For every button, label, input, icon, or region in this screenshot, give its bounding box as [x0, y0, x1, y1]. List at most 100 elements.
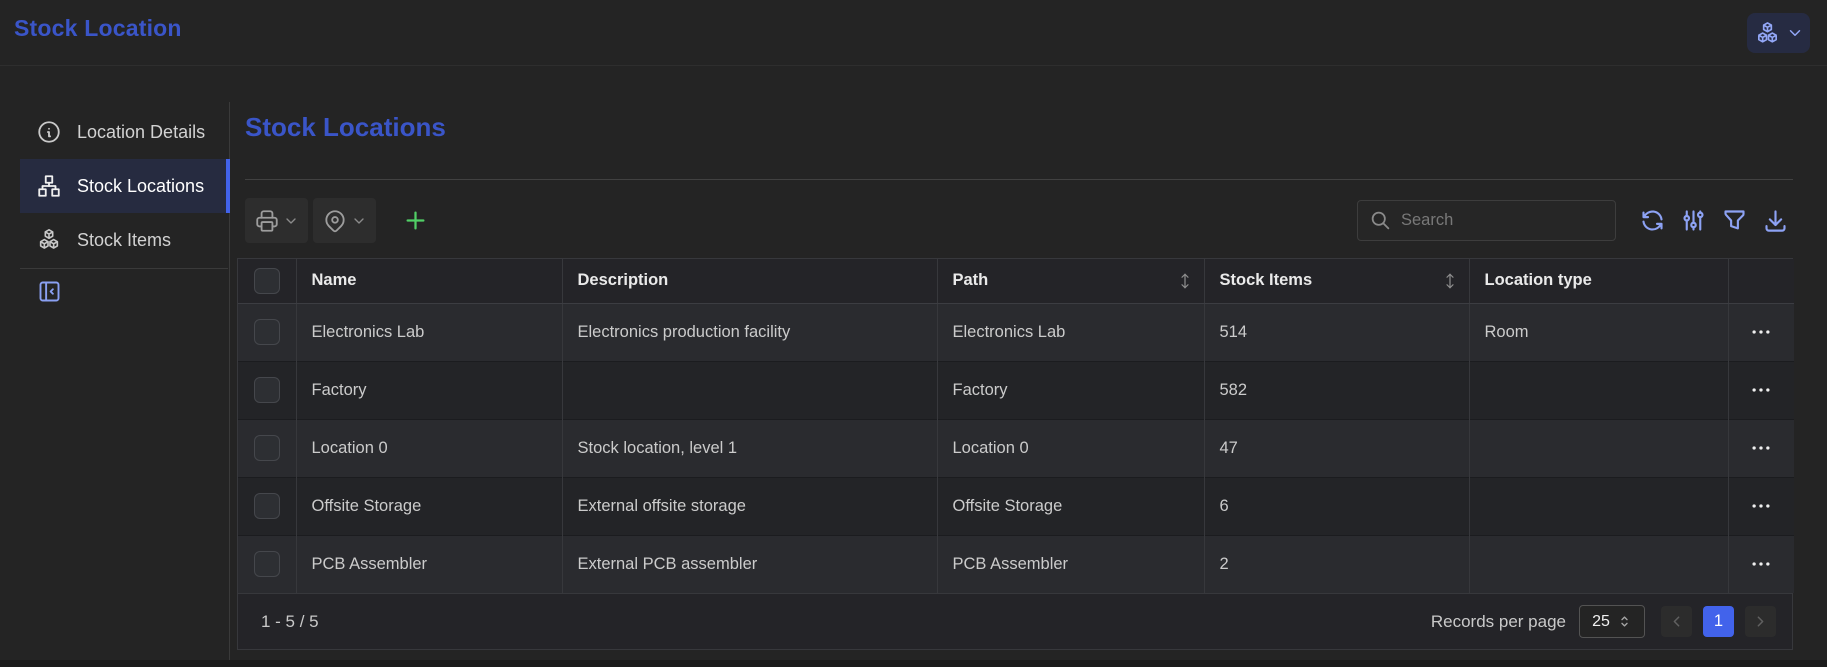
boxes-icon: [1754, 20, 1781, 47]
chevron-down-icon: [351, 213, 367, 229]
stock-actions-button[interactable]: [1747, 13, 1810, 53]
row-checkbox[interactable]: [254, 319, 280, 345]
cell-stock-items: 6: [1204, 477, 1469, 535]
cell-path: Location 0: [937, 419, 1204, 477]
row-checkbox[interactable]: [254, 493, 280, 519]
heading-divider: [245, 179, 1793, 180]
row-actions-button[interactable]: [1750, 437, 1772, 459]
sidebar-collapse-icon: [36, 278, 66, 305]
location-actions-button[interactable]: [313, 198, 376, 243]
row-actions-button[interactable]: [1750, 321, 1772, 343]
print-actions-button[interactable]: [245, 198, 308, 243]
info-circle-icon: [36, 119, 62, 145]
row-checkbox[interactable]: [254, 551, 280, 577]
download-button[interactable]: [1757, 201, 1793, 241]
add-location-button[interactable]: [393, 198, 437, 243]
pagination-group: Records per page 25 1: [1431, 605, 1776, 638]
cell-location-type: [1469, 535, 1728, 593]
cell-stock-items: 582: [1204, 361, 1469, 419]
cell-name: Factory: [296, 361, 562, 419]
sidebar-item-location-details[interactable]: Location Details: [20, 105, 230, 159]
dots-icon: [1750, 553, 1772, 575]
records-per-page-label: Records per page: [1431, 612, 1566, 632]
cell-name: Location 0: [296, 419, 562, 477]
column-header-actions: [1728, 259, 1794, 303]
cell-description: Electronics production facility: [562, 303, 937, 361]
previous-page-button[interactable]: [1661, 606, 1692, 637]
page-1-button[interactable]: 1: [1703, 606, 1734, 637]
stock-location-page: Stock Location: [0, 0, 1827, 660]
sitemap-icon: [36, 173, 62, 199]
row-checkbox[interactable]: [254, 435, 280, 461]
filter-button[interactable]: [1716, 201, 1752, 241]
cell-path: PCB Assembler: [937, 535, 1204, 593]
main-panel: Stock Locations: [237, 66, 1793, 660]
cell-location-type: [1469, 477, 1728, 535]
boxes-icon: [36, 227, 62, 253]
search-input[interactable]: [1401, 211, 1621, 230]
table-row[interactable]: Location 0 Stock location, level 1 Locat…: [238, 419, 1794, 477]
sort-icon[interactable]: [1441, 272, 1459, 290]
toolbar-right-group: [1357, 200, 1793, 241]
row-actions-button[interactable]: [1750, 495, 1772, 517]
cell-description: Stock location, level 1: [562, 419, 937, 477]
table-header-row: Name Description Path Stock Items: [238, 259, 1794, 303]
table-row[interactable]: Factory Factory 582: [238, 361, 1794, 419]
row-actions-button[interactable]: [1750, 379, 1772, 401]
table-row[interactable]: PCB Assembler External PCB assembler PCB…: [238, 535, 1794, 593]
cell-name: PCB Assembler: [296, 535, 562, 593]
app-window: Stock Location: [0, 0, 1827, 667]
column-header-location-type: Location type: [1469, 259, 1728, 303]
adjustments-icon: [1680, 207, 1707, 234]
table-toolbar: [245, 198, 1793, 243]
panel-heading: Stock Locations: [245, 112, 446, 143]
sidebar-item-label: Stock Locations: [77, 176, 204, 197]
search-box: [1357, 200, 1616, 241]
dots-icon: [1750, 437, 1772, 459]
selector-icon: [1617, 614, 1632, 629]
table-settings-button[interactable]: [1675, 201, 1711, 241]
table-row[interactable]: Electronics Lab Electronics production f…: [238, 303, 1794, 361]
chevron-left-icon: [1668, 613, 1685, 630]
sidebar-collapse-button[interactable]: [36, 276, 66, 306]
table-row[interactable]: Offsite Storage External offsite storage…: [238, 477, 1794, 535]
sidebar-item-stock-items[interactable]: Stock Items: [20, 213, 230, 267]
cell-path: Factory: [937, 361, 1204, 419]
column-header-description: Description: [562, 259, 937, 303]
table-footer: 1 - 5 / 5 Records per page 25: [238, 593, 1792, 649]
record-range-label: 1 - 5 / 5: [261, 612, 319, 632]
pager: 1: [1661, 606, 1776, 637]
cell-description: External offsite storage: [562, 477, 937, 535]
row-checkbox[interactable]: [254, 377, 280, 403]
sort-icon[interactable]: [1176, 272, 1194, 290]
filter-icon: [1721, 207, 1748, 234]
select-all-checkbox[interactable]: [254, 268, 280, 294]
cell-stock-items: 47: [1204, 419, 1469, 477]
dots-icon: [1750, 321, 1772, 343]
column-header-stock-items[interactable]: Stock Items: [1204, 259, 1469, 303]
cell-stock-items: 514: [1204, 303, 1469, 361]
sidebar-item-label: Location Details: [77, 122, 205, 143]
next-page-button[interactable]: [1745, 606, 1776, 637]
cell-path: Offsite Storage: [937, 477, 1204, 535]
cell-path: Electronics Lab: [937, 303, 1204, 361]
page-title: Stock Location: [14, 15, 182, 42]
cell-description: [562, 361, 937, 419]
chevron-down-icon: [283, 213, 299, 229]
printer-icon: [254, 208, 280, 234]
stock-locations-table: Name Description Path Stock Items: [237, 258, 1793, 650]
download-icon: [1762, 207, 1789, 234]
column-header-name: Name: [296, 259, 562, 303]
search-icon: [1370, 210, 1391, 231]
cell-location-type: Room: [1469, 303, 1728, 361]
column-header-path[interactable]: Path: [937, 259, 1204, 303]
select-all-header[interactable]: [238, 259, 296, 303]
row-actions-button[interactable]: [1750, 553, 1772, 575]
sidebar-item-stock-locations[interactable]: Stock Locations: [20, 159, 230, 213]
refresh-button[interactable]: [1634, 201, 1670, 241]
records-per-page-select[interactable]: 25: [1579, 605, 1645, 638]
cell-name: Electronics Lab: [296, 303, 562, 361]
cell-stock-items: 2: [1204, 535, 1469, 593]
map-pin-icon: [322, 208, 348, 234]
refresh-icon: [1639, 207, 1666, 234]
